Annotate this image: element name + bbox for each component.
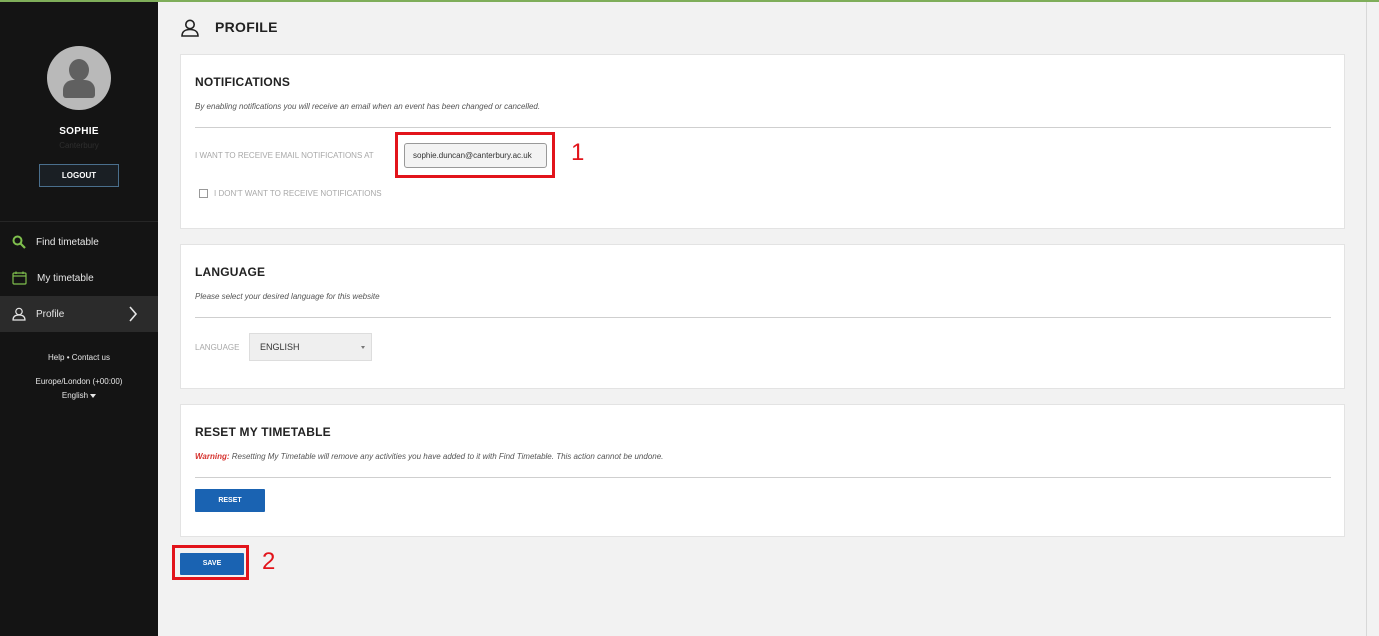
contact-link[interactable]: Contact us xyxy=(72,353,110,362)
annotation-number-2: 2 xyxy=(262,548,276,575)
logout-button[interactable]: LOGOUT xyxy=(39,164,119,187)
divider xyxy=(195,477,1331,478)
sidebar-divider xyxy=(0,221,158,222)
email-notifications-label: I WANT TO RECEIVE EMAIL NOTIFICATIONS AT xyxy=(195,151,374,160)
help-links: Help • Contact us xyxy=(48,353,110,362)
language-label: LANGUAGE xyxy=(195,343,240,352)
warning-text: Resetting My Timetable will remove any a… xyxy=(231,452,664,461)
divider xyxy=(195,317,1331,318)
sidebar-item-find-timetable[interactable]: Find timetable xyxy=(0,224,158,260)
reset-button[interactable]: RESET xyxy=(195,489,265,512)
notifications-card: NOTIFICATIONS By enabling notifications … xyxy=(180,54,1345,229)
language-select[interactable]: ENGLISH xyxy=(249,333,372,361)
sidebar-item-profile[interactable]: Profile xyxy=(0,296,158,332)
chevron-down-icon xyxy=(361,346,365,349)
user-name: SOPHIE xyxy=(59,126,99,137)
annotation-number-1: 1 xyxy=(571,139,585,166)
caret-down-icon xyxy=(90,393,97,398)
help-link[interactable]: Help xyxy=(48,353,64,362)
language-description: Please select your desired language for … xyxy=(195,292,380,301)
divider xyxy=(195,127,1331,128)
chevron-right-icon xyxy=(129,306,138,322)
warning-label: Warning: xyxy=(195,452,230,461)
sidebar-item-label: Profile xyxy=(36,308,65,320)
calendar-icon xyxy=(12,271,27,285)
reset-card: RESET MY TIMETABLE Warning: Resetting My… xyxy=(180,404,1345,537)
scrollbar-track[interactable] xyxy=(1366,2,1367,636)
notifications-description: By enabling notifications you will recei… xyxy=(195,102,541,111)
avatar xyxy=(47,46,111,110)
page-title: PROFILE xyxy=(215,19,278,35)
annotation-box-2 xyxy=(172,545,249,580)
language-dropdown[interactable]: English xyxy=(0,391,158,400)
user-icon xyxy=(181,19,199,37)
reset-warning: Warning: Resetting My Timetable will rem… xyxy=(195,452,663,461)
user-subtitle: Canterbury xyxy=(59,141,99,150)
sidebar: SOPHIE Canterbury LOGOUT Find timetable … xyxy=(0,2,158,636)
no-notifications-checkbox[interactable] xyxy=(199,189,208,198)
language-dropdown-label: English xyxy=(61,391,89,400)
reset-heading: RESET MY TIMETABLE xyxy=(195,425,331,439)
notifications-heading: NOTIFICATIONS xyxy=(195,75,291,89)
annotation-box-1 xyxy=(395,132,555,178)
sidebar-item-label: Find timetable xyxy=(36,236,99,248)
user-icon xyxy=(12,307,26,321)
timezone-label: Europe/London (+00:00) xyxy=(35,377,123,386)
language-select-value: ENGLISH xyxy=(260,342,300,352)
language-card: LANGUAGE Please select your desired lang… xyxy=(180,244,1345,389)
sidebar-item-label: My timetable xyxy=(37,272,94,284)
sidebar-item-my-timetable[interactable]: My timetable xyxy=(0,260,158,296)
search-icon xyxy=(12,235,26,249)
language-heading: LANGUAGE xyxy=(195,265,266,279)
no-notifications-label: I DON'T WANT TO RECEIVE NOTIFICATIONS xyxy=(214,189,382,198)
